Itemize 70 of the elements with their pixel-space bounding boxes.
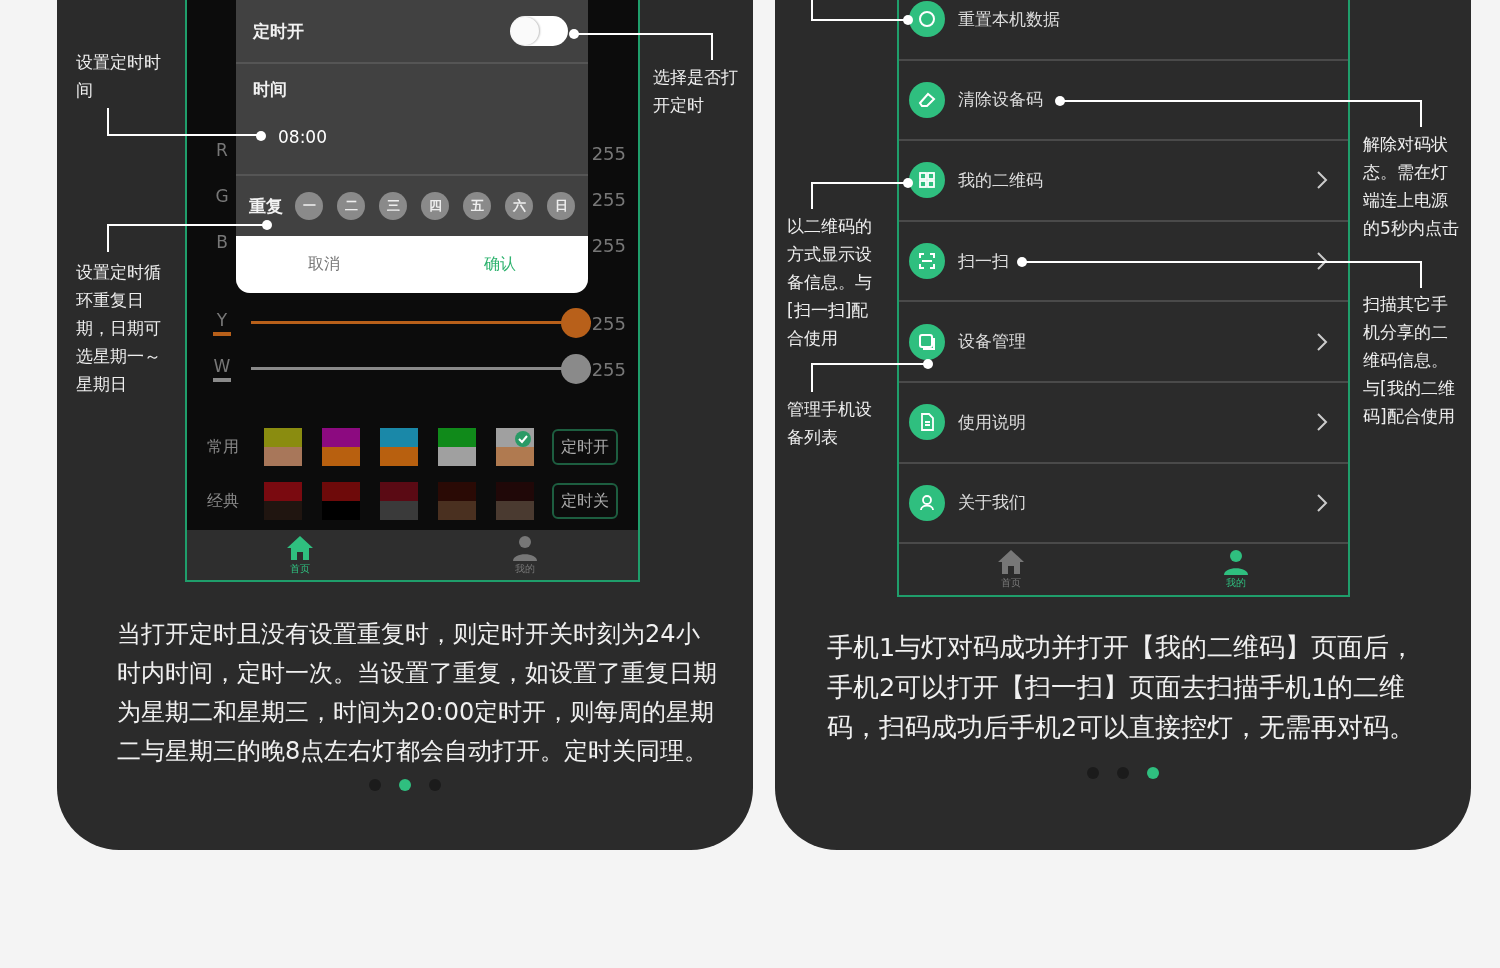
nav-tab[interactable]: 首页 (899, 549, 1124, 591)
channel-label: B (215, 232, 229, 254)
annotation-text: 选择是否打开定时 (653, 66, 739, 117)
menu-item[interactable]: 使用说明 (899, 382, 1348, 464)
channel-value: 255 (591, 312, 626, 334)
setting-label: 重复 (249, 194, 283, 218)
color-swatch[interactable] (380, 482, 418, 520)
menu-item[interactable]: 我的二维码 (899, 141, 1348, 222)
menu-item[interactable]: 扫一扫 (899, 221, 1348, 303)
annotation-text: 扫描其它手机分享的二维码信息。与[我的二维码]配合使用 (1363, 293, 1456, 428)
annotation-text: 设置定时时间 (76, 51, 162, 102)
preset-label: 经典 (207, 490, 240, 512)
setting-label: 定时开 (253, 19, 304, 43)
person-icon (1221, 549, 1250, 576)
circle-icon (917, 9, 937, 30)
cancel-button[interactable]: 取消 (236, 236, 412, 293)
chevron-icon (1316, 412, 1328, 433)
channel-value: 255 (591, 358, 626, 380)
home-icon (997, 549, 1026, 576)
color-swatch[interactable] (264, 428, 302, 466)
channel-value: 255 (591, 188, 626, 210)
person-icon (511, 534, 540, 561)
color-swatch[interactable] (438, 482, 476, 520)
chevron-icon (1316, 331, 1328, 352)
toggle-switch[interactable] (510, 16, 568, 46)
channel-label: R (215, 140, 229, 162)
annotation-text: 设置定时循环重复日期，日期可选星期一～星期日 (76, 261, 162, 396)
color-swatch[interactable] (496, 428, 534, 466)
color-swatch[interactable] (322, 482, 360, 520)
chevron-icon (1316, 492, 1328, 513)
person-icon (917, 492, 937, 513)
timer-button[interactable]: 定时开 (552, 429, 618, 465)
preset-label: 常用 (207, 436, 240, 458)
scan-icon (917, 251, 937, 272)
menu-item[interactable]: 关于我们 (899, 463, 1348, 545)
check-icon (515, 431, 531, 447)
description-text: 手机1与灯对码成功并打开【我的二维码】页面后，手机2可以打开【扫一扫】页面去扫描手机1的二维码，扫码成功后手机2可以直接控灯，无需再对码。 (827, 631, 1417, 744)
description-text: 当打开定时且没有设置重复时，则定时开关时刻为24小时内时间，定时一次。当设置了重复，如设置了重复日期为星期二和星期三，时间为20:00定时开，则每周的星期二与星期三的晚8点左右灯都会自动打开。定时关同理。 (117, 619, 717, 767)
channel-value: 255 (591, 234, 626, 256)
weekday-toggle[interactable]: 一 (295, 192, 323, 220)
channel-label: G (214, 186, 230, 208)
annotation-text: 以二维码的方式显示设备信息。与[扫一扫]配合使用 (787, 215, 873, 350)
color-swatch[interactable] (438, 428, 476, 466)
chevron-icon (1316, 170, 1328, 191)
time-value[interactable]: 08:00 (278, 127, 327, 147)
nav-tab[interactable]: 我的 (412, 534, 638, 576)
channel-label: W (213, 356, 231, 382)
color-swatch[interactable] (380, 428, 418, 466)
color-swatch[interactable] (496, 482, 534, 520)
setting-label: 时间 (253, 78, 288, 101)
annotation-text: 解除对码状态。需在灯端连上电源的5秒内点击 (1363, 133, 1459, 240)
pager-dot[interactable] (399, 779, 411, 791)
timer-button[interactable]: 定时关 (552, 483, 618, 519)
nav-tab[interactable]: 我的 (1123, 549, 1348, 591)
grid-icon (917, 170, 937, 191)
nav-tab[interactable]: 首页 (187, 534, 413, 576)
color-swatch[interactable] (264, 482, 302, 520)
menu-item[interactable]: 重置本机数据 (899, 0, 1348, 61)
color-swatch[interactable] (322, 428, 360, 466)
square-icon (917, 331, 937, 352)
pager-dot[interactable] (1147, 767, 1159, 779)
chevron-icon (1316, 251, 1328, 272)
menu-item[interactable]: 清除设备码 (899, 60, 1348, 142)
channel-value: 255 (591, 142, 626, 164)
home-icon (285, 534, 314, 561)
slider[interactable] (251, 353, 591, 385)
annotation-text: 管理手机设备列表 (787, 398, 873, 449)
channel-label: Y (213, 310, 231, 336)
menu-item[interactable]: 设备管理 (899, 302, 1348, 383)
slider[interactable] (251, 307, 591, 339)
